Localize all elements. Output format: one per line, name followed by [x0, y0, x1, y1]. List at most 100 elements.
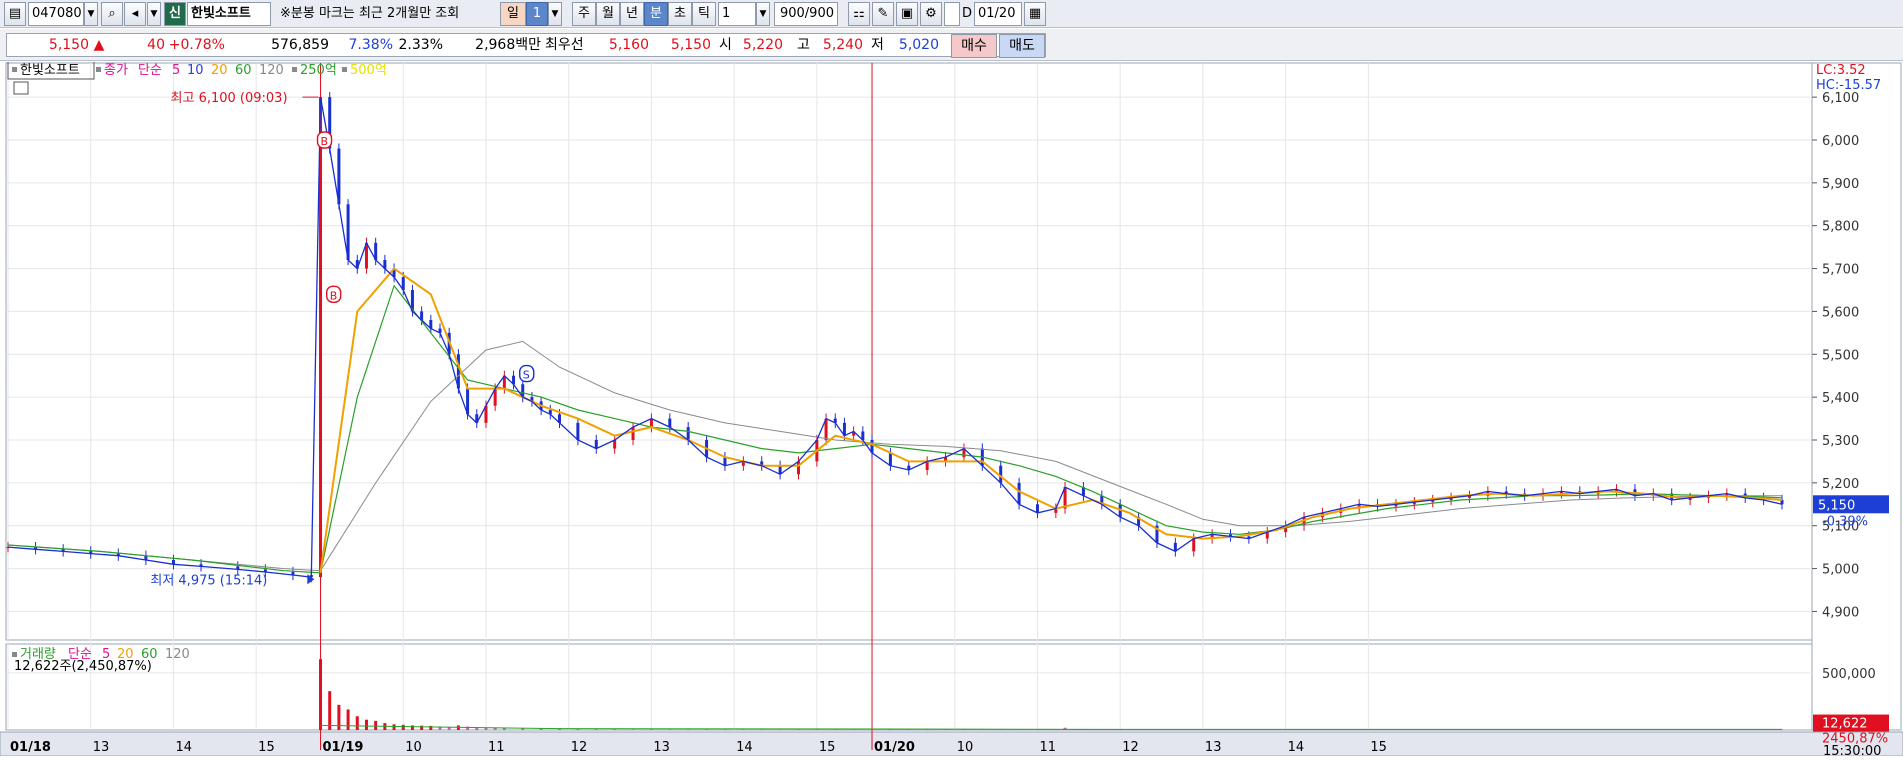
- turnover-rate: 2.33%: [398, 37, 443, 53]
- candle-body: [668, 418, 672, 428]
- chart-canvas[interactable]: B B S 최고 6,100 (09:03) 최저 4,975 (15:14) 6,10…: [0, 60, 1903, 759]
- volume-bar: [364, 719, 368, 730]
- y-tick-label: 5,500: [1822, 348, 1859, 363]
- x-tick-label: 12: [1122, 740, 1139, 755]
- trade-amount: 2,968백만: [475, 37, 541, 53]
- legend-item: 500억: [350, 63, 387, 78]
- stock-code-input[interactable]: 047080: [28, 2, 84, 26]
- y-tick-label: 5,300: [1822, 434, 1859, 449]
- indicator-icon[interactable]: ⚏: [848, 2, 870, 26]
- sound-icon[interactable]: ◂: [124, 2, 146, 26]
- interval-input[interactable]: 1: [718, 2, 756, 26]
- y-tick-label: 5,400: [1822, 391, 1859, 406]
- legend-item: 단순: [138, 63, 162, 78]
- trade-marker-label: S: [523, 369, 530, 382]
- legend-bullet: [96, 67, 101, 72]
- save-icon[interactable]: ▣: [896, 2, 918, 26]
- volume-bar: [392, 724, 396, 730]
- x-tick-label: 01/19: [323, 740, 364, 755]
- volume-bar: [319, 659, 323, 730]
- buy-button[interactable]: 매수: [951, 34, 997, 58]
- current-price: 5,150: [48, 37, 89, 53]
- price-change: 40: [147, 37, 165, 53]
- y-tick-label: 5,700: [1822, 263, 1859, 278]
- volume-bar: [374, 720, 378, 730]
- tab-month[interactable]: 월: [596, 2, 620, 26]
- tab-week[interactable]: 주: [572, 2, 596, 26]
- x-tick-label: 10: [957, 740, 974, 755]
- legend-item: 60: [235, 63, 252, 78]
- up-arrow-icon: ▲: [93, 37, 105, 53]
- volume-info-text: 12,622주(2,450,87%): [14, 659, 152, 674]
- x-tick-label: 15: [1370, 740, 1387, 755]
- x-tick-label: 10: [405, 740, 422, 755]
- x-tick-label: 12: [571, 740, 588, 755]
- interval-dropdown-icon[interactable]: ▼: [756, 2, 770, 26]
- calendar-icon[interactable]: ▦: [1024, 2, 1046, 26]
- date-input[interactable]: 01/20: [974, 2, 1022, 26]
- day-count[interactable]: 1: [526, 2, 548, 26]
- stock-name-field[interactable]: 한빛소프트: [187, 2, 271, 26]
- y-tick-label: 5,800: [1822, 220, 1859, 235]
- tab-minute[interactable]: 분: [644, 2, 668, 26]
- volume-ratio: 7.38%: [348, 37, 393, 53]
- day-count-dropdown-icon[interactable]: ▼: [548, 2, 562, 26]
- y-tick-label: 5,200: [1822, 477, 1859, 492]
- sell-button[interactable]: 매도: [999, 34, 1045, 58]
- legend-item: 250억: [300, 63, 337, 78]
- legend-item: 20: [211, 63, 228, 78]
- settings-icon[interactable]: ⚙: [920, 2, 942, 26]
- quote-panel: 5,150 ▲ 40 +0.78% 576,859 7.38% 2.33% 2,…: [6, 33, 1046, 57]
- y-tick-label: 6,000: [1822, 134, 1859, 149]
- best-ask: 5,160: [608, 37, 649, 53]
- volume-bar: [401, 724, 405, 730]
- sound-dropdown-icon[interactable]: ▼: [147, 2, 161, 26]
- tab-day[interactable]: 일: [500, 2, 526, 26]
- x-tick-label: 13: [1205, 740, 1222, 755]
- candle-body: [576, 422, 580, 440]
- y-tick-label: 5,900: [1822, 177, 1859, 192]
- best-bid: 5,150: [670, 37, 711, 53]
- grid-toggle-icon: [13, 81, 29, 95]
- volume-bar: [328, 691, 332, 730]
- legend-bullet: [12, 652, 17, 657]
- price-change-pct: +0.78%: [168, 37, 225, 53]
- bar-count-input[interactable]: 900/900: [774, 2, 838, 26]
- volume-bar: [778, 729, 782, 730]
- chart-menu-icon[interactable]: ▤: [4, 2, 26, 26]
- x-tick-label: 11: [488, 740, 505, 755]
- x-tick-label: 14: [175, 740, 192, 755]
- current-price-label: 5,150: [1818, 498, 1855, 513]
- code-dropdown-icon[interactable]: ▼: [84, 2, 98, 26]
- x-tick-label: 15: [258, 740, 275, 755]
- tab-year[interactable]: 년: [620, 2, 644, 26]
- stock-chart[interactable]: B B S 최고 6,100 (09:03) 최저 4,975 (15:14) 6,10…: [0, 60, 1903, 759]
- draw-tool-icon[interactable]: ✎: [872, 2, 894, 26]
- y-tick-label: 6,100: [1822, 91, 1859, 106]
- low-label: 저: [871, 37, 884, 53]
- legend-item: 종가: [104, 63, 128, 78]
- high-label: 고: [797, 37, 810, 53]
- current-price-pct: -0.39%: [1822, 514, 1868, 529]
- best-quote-label: 최우선: [545, 37, 584, 53]
- x-tick-label: 14: [1288, 740, 1305, 755]
- tab-second[interactable]: 초: [668, 2, 692, 26]
- x-tick-label: 14: [736, 740, 753, 755]
- search-icon[interactable]: ⌕: [101, 2, 123, 26]
- x-tick-label: 13: [653, 740, 670, 755]
- legend-bullet: [292, 67, 297, 72]
- y-tick-label: 4,900: [1822, 605, 1859, 620]
- volume-bar: [355, 716, 359, 730]
- current-volume-label: 12,622: [1822, 717, 1868, 732]
- legend-item: 한빛소프트: [20, 63, 80, 78]
- volume-bar: [760, 729, 764, 730]
- date-label: D: [962, 6, 973, 21]
- minute-mark-notice: ※분봉 마크는 최근 2개월만 조회: [280, 6, 460, 21]
- tab-tick[interactable]: 틱: [692, 2, 716, 26]
- volume-bar: [723, 729, 727, 730]
- trade-marker-label: B: [330, 289, 338, 302]
- candle-body: [1192, 538, 1196, 552]
- volume-bar: [613, 729, 617, 730]
- y-tick-label: 5,000: [1822, 563, 1859, 578]
- date-checkbox[interactable]: [944, 2, 960, 26]
